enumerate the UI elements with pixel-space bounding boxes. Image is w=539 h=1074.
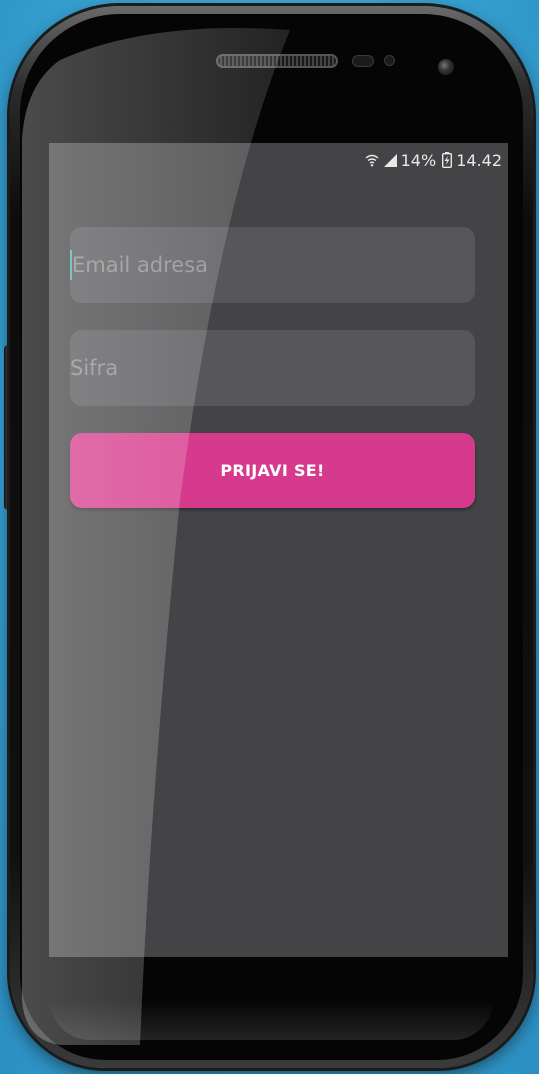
email-field[interactable]: Email adresa	[70, 227, 475, 303]
signal-icon	[383, 153, 397, 167]
clock: 14.42	[456, 150, 502, 170]
phone-bottom-lip	[50, 1000, 493, 1040]
page-background: 14% 14.42 Email adresa Sifra PRIJAVI SE!	[0, 0, 539, 1074]
password-placeholder: Sifra	[70, 356, 119, 380]
email-placeholder: Email adresa	[72, 253, 209, 277]
wifi-icon	[365, 153, 379, 167]
earpiece-speaker	[216, 54, 338, 68]
login-button[interactable]: PRIJAVI SE!	[70, 433, 475, 508]
password-field[interactable]: Sifra	[70, 330, 475, 406]
battery-percent: 14%	[400, 150, 437, 170]
app-screen: 14% 14.42 Email adresa Sifra PRIJAVI SE!	[49, 143, 508, 957]
proximity-sensor	[352, 55, 374, 67]
front-camera	[438, 59, 454, 75]
battery-charging-icon	[442, 152, 453, 168]
status-bar: 14% 14.42	[49, 143, 508, 177]
light-sensor	[384, 55, 395, 66]
